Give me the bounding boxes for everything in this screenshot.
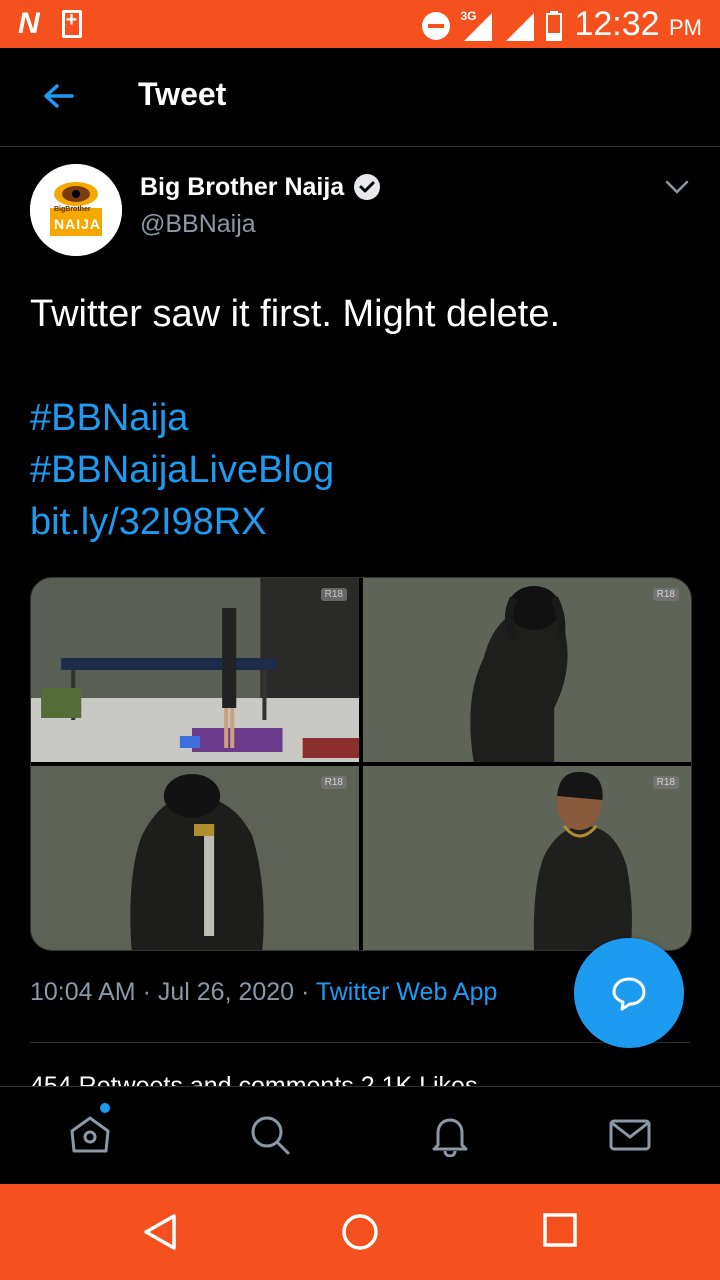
- hashtag-link[interactable]: #BBNaijaLiveBlog: [30, 444, 690, 496]
- tweet-source-link[interactable]: Twitter Web App: [316, 978, 498, 1006]
- engagement-stats-text: 454 Retweets and comments 2.1K Likes: [30, 1074, 690, 1086]
- engagement-stats[interactable]: 454 Retweets and comments 2.1K Likes: [30, 1074, 690, 1086]
- avatar[interactable]: BigBrother NAIJA: [30, 164, 122, 256]
- divider: [30, 1042, 690, 1043]
- tweet-time: 10:04 AM: [30, 978, 136, 1006]
- age-rating-badge: R18: [320, 588, 347, 601]
- battery-icon: [546, 11, 563, 42]
- clock-ampm: PM: [669, 15, 702, 40]
- tweet-body: Twitter saw it first. Might delete.: [30, 293, 561, 335]
- age-rating-badge: R18: [652, 588, 679, 601]
- app-header: Tweet: [0, 48, 720, 147]
- home-circle-icon[interactable]: [340, 1212, 380, 1252]
- network-type: 3G: [460, 9, 477, 23]
- tweet-timestamp: 10:04 AM · Jul 26, 2020 · Twitter Web Ap…: [30, 978, 498, 1006]
- media-grid: R18 R18 R18 R18: [30, 577, 692, 951]
- messages-icon[interactable]: [608, 1113, 652, 1157]
- media-image[interactable]: R18: [363, 766, 691, 950]
- back-triangle-icon[interactable]: [140, 1212, 180, 1252]
- avatar-text-main: NAIJA: [54, 216, 102, 232]
- chevron-down-icon[interactable]: [664, 178, 690, 196]
- n-notification-icon: N: [18, 7, 40, 40]
- author-name-text: Big Brother Naija: [140, 172, 345, 201]
- age-rating-badge: R18: [320, 776, 347, 789]
- home-icon[interactable]: [68, 1113, 112, 1157]
- battery-saver-icon: [61, 9, 82, 38]
- tweet-line-break: [30, 340, 690, 392]
- media-image[interactable]: R18: [31, 766, 359, 950]
- clock-time: 12:32: [574, 5, 660, 43]
- reply-bubble-icon: [612, 977, 646, 1011]
- android-nav-bar: [0, 1184, 720, 1280]
- notifications-icon[interactable]: [428, 1113, 472, 1157]
- tweet-text: Twitter saw it first. Might delete. #BBN…: [30, 288, 690, 548]
- new-content-dot: [100, 1103, 110, 1113]
- bottom-nav: [0, 1086, 720, 1185]
- page-title: Tweet: [138, 76, 227, 112]
- media-image[interactable]: R18: [31, 578, 359, 762]
- signal-icon: 3G: [460, 9, 493, 41]
- do-not-disturb-icon: [422, 12, 451, 40]
- author-name[interactable]: Big Brother Naija: [140, 172, 382, 202]
- status-clock: 12:32 PM: [574, 4, 702, 48]
- signal-icon-2: [504, 11, 535, 41]
- hashtag-link[interactable]: #BBNaija: [30, 392, 690, 444]
- url-link[interactable]: bit.ly/32I98RX: [30, 496, 690, 548]
- author-handle[interactable]: @BBNaija: [140, 210, 256, 239]
- media-image[interactable]: R18: [363, 578, 691, 762]
- avatar-text-top: BigBrother: [54, 206, 91, 213]
- status-bar: N 3G 12:32 PM: [0, 0, 720, 48]
- age-rating-badge: R18: [652, 776, 679, 789]
- tweet-date: Jul 26, 2020: [157, 978, 295, 1006]
- reply-fab-button[interactable]: [574, 938, 684, 1048]
- recents-square-icon[interactable]: [542, 1212, 578, 1248]
- search-icon[interactable]: [248, 1113, 292, 1157]
- back-arrow-icon[interactable]: [40, 78, 76, 114]
- verified-badge-icon: [354, 174, 381, 200]
